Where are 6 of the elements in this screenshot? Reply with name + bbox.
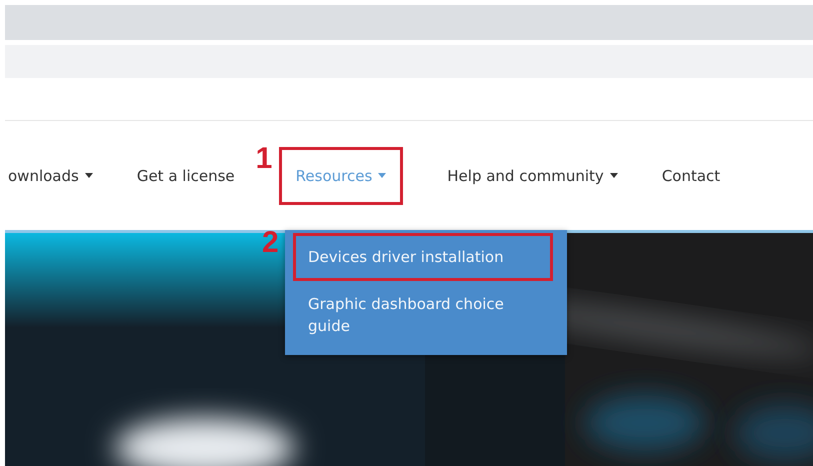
nav-link[interactable]: Contact <box>662 166 720 184</box>
nav-link[interactable]: Help and community <box>447 166 618 184</box>
nav-link[interactable]: Get a license <box>136 166 235 184</box>
nav-link[interactable]: ownloads <box>8 166 93 184</box>
callout-number: 2 <box>262 228 279 258</box>
callout-number: 1 <box>256 144 272 174</box>
